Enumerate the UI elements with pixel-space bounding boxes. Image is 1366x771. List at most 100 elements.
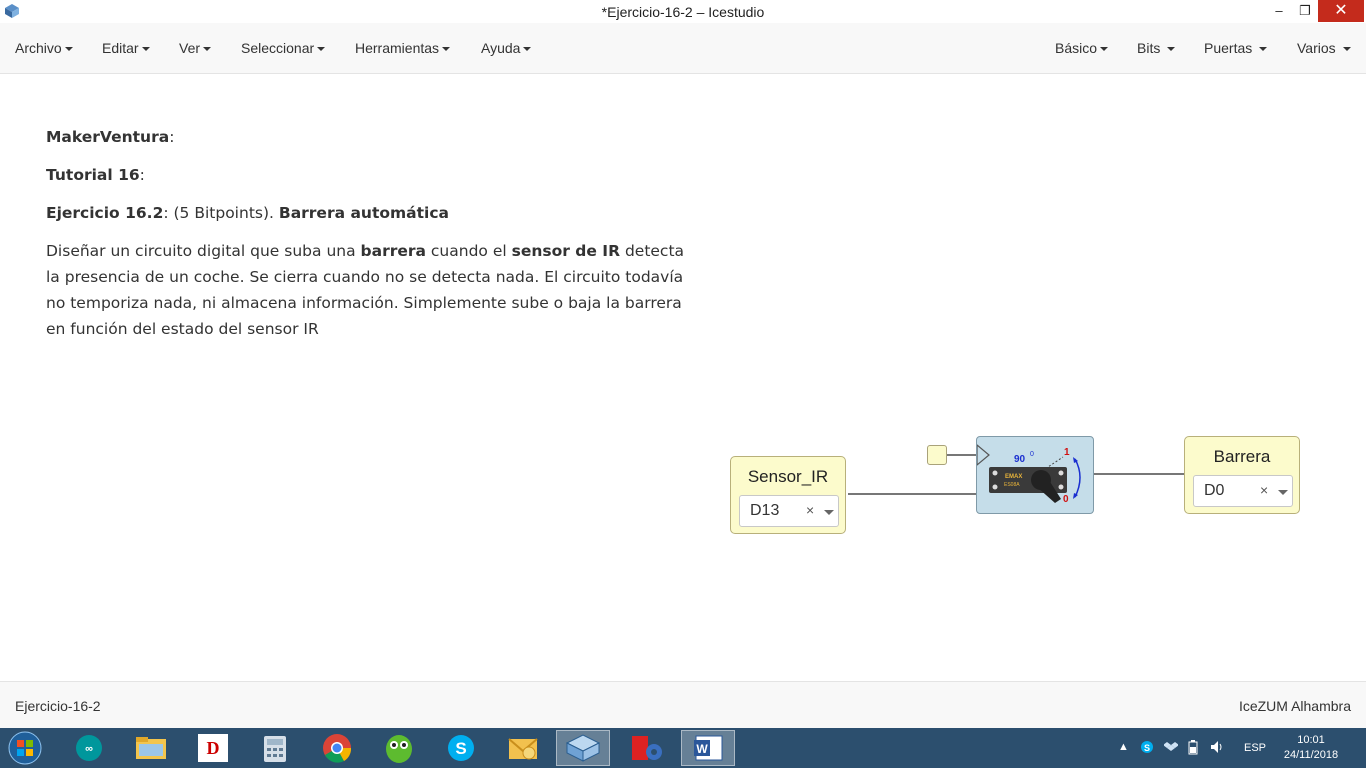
menu-seleccionar-label: Seleccionar (241, 40, 315, 56)
taskbar-explorer[interactable] (124, 730, 178, 766)
parameter-port[interactable] (927, 445, 947, 465)
title-bar: *Ejercicio-16-2 – Icestudio – ❐ ✕ (0, 0, 1366, 23)
tray-expand-icon[interactable]: ▲ (1118, 741, 1129, 753)
clock-time: 10:01 (1297, 734, 1325, 746)
servo-icon: 90 0 1 0 EMAX ES08A (977, 444, 1081, 505)
dropdown-arrow-icon[interactable] (824, 510, 834, 515)
caret-down-icon (523, 47, 532, 52)
menu-archivo[interactable]: Archivo (15, 40, 73, 56)
caret-down-icon (442, 47, 451, 52)
menu-herramientas-label: Herramientas (355, 40, 440, 56)
pin-value: D0 (1204, 482, 1225, 499)
design-canvas[interactable]: MakerVentura: Tutorial 16: Ejercicio 16.… (0, 74, 1366, 681)
caret-down-icon (141, 47, 150, 52)
menu-basico[interactable]: Básico (1055, 40, 1109, 56)
caret-down-icon (1259, 47, 1268, 52)
menu-ayuda-label: Ayuda (481, 40, 521, 56)
taskbar-calculator[interactable] (248, 730, 302, 766)
info-line-tutorial: Tutorial 16: (46, 166, 696, 184)
clock[interactable]: 10:01 24/11/2018 (1278, 733, 1344, 763)
taskbar-outlook[interactable] (496, 730, 550, 766)
calculator-icon (264, 736, 286, 762)
menu-varios[interactable]: Varios (1297, 40, 1351, 56)
clock-date: 24/11/2018 (1283, 749, 1339, 761)
info-description: Diseñar un circuito digital que suba una… (46, 238, 696, 342)
volume-icon[interactable] (1210, 740, 1226, 754)
taskbar: ∞ D S W ▲ S ESP 10:01 24/11/2018 (0, 728, 1366, 768)
taskbar-word[interactable]: W (681, 730, 735, 766)
taskbar-fritzing[interactable]: D (186, 730, 240, 766)
servo-deg: 0 (1030, 451, 1034, 458)
menu-bits[interactable]: Bits (1137, 40, 1176, 56)
arduino-icon: ∞ (76, 735, 102, 761)
word-icon: W (694, 735, 723, 761)
taskbar-icestudio[interactable] (556, 730, 610, 766)
taskbar-chrome[interactable] (310, 730, 364, 766)
clear-icon[interactable]: × (1260, 482, 1268, 498)
servo-block[interactable]: 90 0 1 0 EMAX ES08A (976, 436, 1094, 514)
status-filename: Ejercicio-16-2 (15, 698, 101, 714)
minimize-button[interactable]: – (1266, 0, 1292, 22)
status-bar: Ejercicio-16-2 IceZUM Alhambra (0, 681, 1366, 729)
menu-ver-label: Ver (179, 40, 201, 56)
servo-angle: 90 (1014, 454, 1026, 465)
skype-icon: S (448, 735, 474, 761)
menu-editar-label: Editar (102, 40, 139, 56)
maximize-button[interactable]: ❐ (1292, 0, 1318, 22)
chrome-icon (323, 734, 352, 763)
caret-down-icon (64, 47, 73, 52)
windows-start-icon[interactable] (6, 730, 44, 766)
info-tutorial: Tutorial 16 (46, 166, 140, 184)
caret-down-icon (1100, 47, 1109, 52)
servo-bottom-label: 0 (1063, 494, 1069, 505)
owl-icon (386, 735, 412, 763)
taskbar-skype[interactable]: S (434, 730, 488, 766)
info-block[interactable]: MakerVentura: Tutorial 16: Ejercicio 16.… (46, 128, 696, 342)
info-tutorial-colon: : (139, 166, 145, 184)
status-board[interactable]: IceZUM Alhambra (1239, 698, 1351, 714)
info-line-exercise: Ejercicio 16.2: (5 Bitpoints). Barrera a… (46, 204, 696, 222)
menu-ayuda[interactable]: Ayuda (481, 40, 532, 56)
caret-down-icon (1342, 47, 1351, 52)
info-exercise-title: Barrera automática (278, 204, 449, 222)
info-exercise-points: : (5 Bitpoints). (163, 204, 279, 222)
servo-brand: EMAX (1005, 474, 1022, 480)
menu-bits-label: Bits (1137, 40, 1161, 56)
close-button[interactable]: ✕ (1318, 0, 1364, 22)
svg-text:W: W (696, 742, 708, 756)
desc-sensor: sensor de IR (511, 242, 621, 260)
wire-servo-to-barrera[interactable] (1094, 473, 1185, 475)
caret-down-icon (203, 47, 212, 52)
caret-down-icon (317, 47, 326, 52)
output-block-barrera[interactable]: Barrera D0 × (1184, 436, 1300, 514)
skype-tray-icon[interactable]: S (1140, 740, 1154, 754)
input-block-label: Sensor_IR (747, 467, 829, 486)
dropdown-arrow-icon[interactable] (1278, 490, 1288, 495)
pin-select-d13[interactable]: D13 × (739, 495, 839, 527)
language-indicator[interactable]: ESP (1244, 742, 1266, 754)
menu-puertas-label: Puertas (1204, 40, 1253, 56)
dropbox-icon[interactable] (1164, 740, 1178, 754)
wire-const-to-servo[interactable] (947, 454, 977, 456)
clear-icon[interactable]: × (806, 502, 814, 518)
info-author-colon: : (169, 128, 175, 146)
svg-text:S: S (455, 739, 466, 758)
taskbar-arduino[interactable]: ∞ (62, 730, 116, 766)
fritzing-icon: D (198, 734, 228, 762)
menu-bar: Archivo Editar Ver Seleccionar Herramien… (0, 23, 1366, 74)
menu-herramientas[interactable]: Herramientas (355, 40, 451, 56)
menu-puertas[interactable]: Puertas (1204, 40, 1268, 56)
input-block-sensor-ir[interactable]: Sensor_IR D13 × (730, 456, 846, 534)
icestudio-icon (565, 734, 601, 762)
desc-barrera: barrera (360, 242, 426, 260)
file-explorer-icon (136, 737, 166, 759)
battery-icon[interactable] (1188, 739, 1198, 755)
menu-basico-label: Básico (1055, 40, 1098, 56)
menu-seleccionar[interactable]: Seleccionar (241, 40, 326, 56)
wire-sensor-to-servo[interactable] (848, 493, 977, 495)
menu-editar[interactable]: Editar (102, 40, 150, 56)
taskbar-owl[interactable] (372, 730, 426, 766)
taskbar-freecad[interactable] (620, 730, 674, 766)
menu-ver[interactable]: Ver (179, 40, 212, 56)
pin-select-d0[interactable]: D0 × (1193, 475, 1293, 507)
